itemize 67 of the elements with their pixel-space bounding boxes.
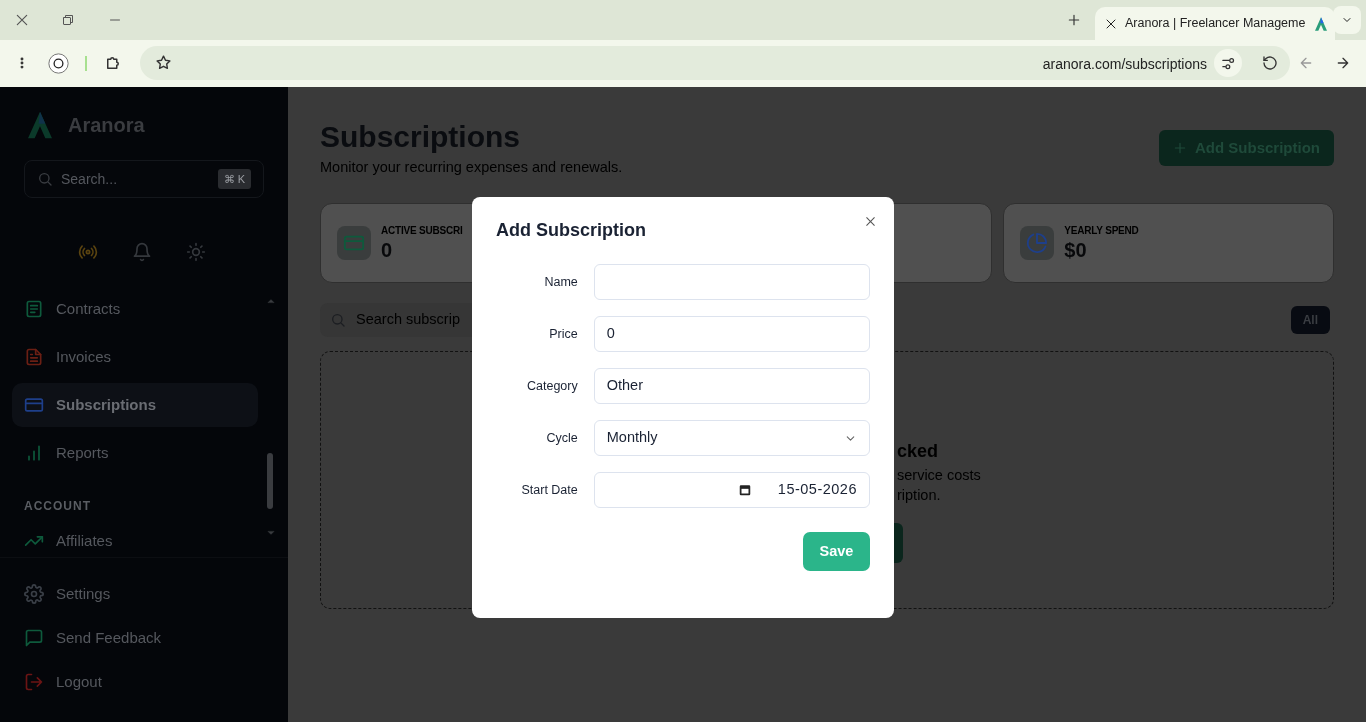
bell-icon	[132, 242, 152, 262]
nav-item[interactable]: Logout	[12, 660, 258, 704]
browser-tab[interactable]: Aranora | Freelancer Manageme	[1095, 7, 1335, 40]
restore-icon	[62, 14, 74, 26]
profile-avatar-icon[interactable]	[48, 53, 69, 74]
empty-state-title: cked	[897, 439, 940, 463]
search-icon	[330, 311, 346, 328]
field-label: Category	[526, 377, 578, 395]
dialog-title: Add Subscription	[496, 219, 647, 242]
input-field[interactable]: 0	[593, 316, 870, 352]
settings-icon	[24, 584, 44, 604]
sliders-icon	[1220, 55, 1236, 71]
sun-icon	[186, 242, 206, 262]
empty-state-text: service costs	[897, 465, 981, 485]
stat-label: YEARLY SPEND	[1064, 224, 1139, 239]
section-heading: ACCOUNT	[23, 498, 92, 515]
logo-icon	[1313, 15, 1330, 32]
nav-item[interactable]: Invoices	[12, 335, 258, 379]
date-field[interactable]: 15-05-2026	[593, 472, 870, 508]
search-placeholder: Search...	[61, 169, 119, 189]
tab-title: Aranora | Freelancer Manageme	[1125, 15, 1306, 33]
document-icon	[24, 347, 44, 367]
field-label: Price	[548, 325, 578, 343]
nav-item[interactable]: Contracts	[12, 287, 258, 331]
empty-state-text: ription.	[897, 485, 942, 505]
star-icon	[155, 54, 172, 71]
close-icon	[15, 13, 29, 27]
new-tab-icon	[1067, 13, 1081, 27]
nav-item[interactable]: Send Feedback	[12, 616, 258, 660]
nav-item[interactable]: Reports	[12, 431, 258, 475]
field-label: Cycle	[545, 429, 578, 447]
back-arrow-icon	[1298, 55, 1314, 71]
credit-card-icon	[24, 395, 44, 415]
nav-item[interactable]: Settings	[12, 572, 258, 616]
scrollbar-thumb[interactable]	[267, 453, 273, 509]
forward-arrow-icon	[1335, 55, 1351, 71]
stat-label: ACTIVE SUBSCRI	[381, 224, 463, 239]
search-field[interactable]: Search... ⌘ K	[24, 160, 264, 198]
url-text: aranora.com/subscriptions	[1042, 55, 1207, 74]
input-field[interactable]	[593, 264, 870, 300]
scroll-down-icon	[267, 529, 275, 537]
page-subtitle: Monitor your recurring expenses and renewals.	[320, 158, 623, 177]
document-icon	[24, 299, 44, 319]
logout-icon	[24, 672, 44, 692]
site-settings-button[interactable]	[1214, 49, 1242, 77]
puzzle-icon	[104, 54, 122, 72]
search-icon	[37, 171, 53, 187]
stat-value: $0	[1064, 238, 1088, 263]
address-bar[interactable]: aranora.com/subscriptions	[140, 46, 1290, 80]
field-label: Name	[543, 273, 578, 291]
calendar-icon	[737, 483, 752, 497]
dropdown[interactable]: Monthly	[593, 420, 870, 456]
chat-icon	[24, 628, 44, 648]
pie-chart-icon	[1026, 231, 1049, 254]
plus-icon	[1173, 141, 1187, 155]
input-field[interactable]: Other	[593, 368, 870, 404]
close-icon	[863, 214, 877, 228]
field-label: Start Date	[520, 481, 578, 499]
broadcast-icon	[78, 242, 98, 262]
stat-value: 0	[381, 238, 394, 263]
scroll-up-icon	[267, 297, 275, 305]
shortcut-badge: ⌘ K	[217, 168, 251, 190]
close-icon	[1105, 17, 1117, 30]
nav-item[interactable]: Affiliates	[12, 519, 258, 563]
reload-icon	[1262, 55, 1278, 71]
nav-item[interactable]: Subscriptions	[12, 383, 258, 427]
save-button[interactable]: Save	[803, 532, 870, 571]
